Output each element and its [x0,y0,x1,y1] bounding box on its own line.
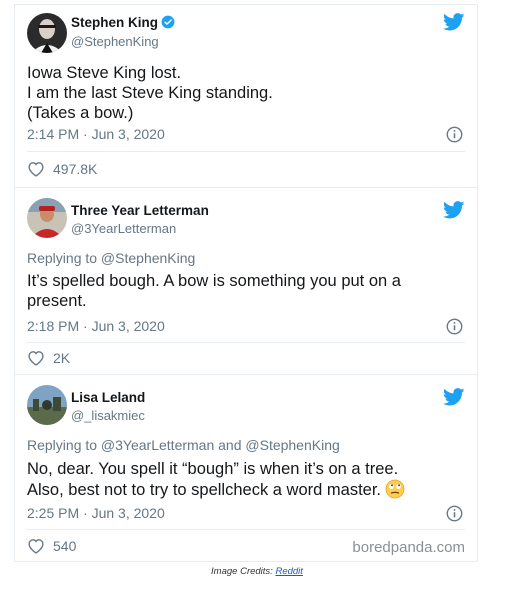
tweet-stephen-king[interactable]: Stephen King @StephenKing Iowa Steve Kin… [15,5,477,188]
like-count-value: 540 [53,538,77,554]
twitter-bird-icon[interactable] [443,13,465,31]
tweet-thread: Stephen King @StephenKing Iowa Steve Kin… [14,4,478,562]
like-count[interactable]: 497.8K [27,161,97,177]
user-handle[interactable]: @_lisakmiec [71,408,145,423]
divider [27,342,465,343]
display-name[interactable]: Stephen King [71,15,175,30]
heart-icon[interactable] [27,538,45,554]
tweet-three-year-letterman[interactable]: Three Year Letterman @3YearLetterman Rep… [15,188,477,375]
twitter-bird-icon[interactable] [443,201,465,219]
like-count-value: 2K [53,350,71,366]
heart-icon[interactable] [27,161,45,177]
tweet-text-line-with-emoji: Also, best not to try to spellcheck a wo… [27,479,467,500]
info-icon[interactable] [446,505,463,522]
display-name[interactable]: Lisa Leland [71,390,145,405]
tweet-lisa-leland[interactable]: Lisa Leland @_lisakmiec Replying to @3Ye… [15,375,477,563]
avatar[interactable] [27,13,67,53]
heart-icon[interactable] [27,350,45,366]
tweet-text: It’s spelled bough. A bow is something y… [27,271,467,311]
like-count[interactable]: 2K [27,350,70,366]
divider [27,151,465,152]
info-icon[interactable] [446,318,463,335]
timestamp[interactable]: 2:18 PM · Jun 3, 2020 [27,318,165,334]
avatar[interactable] [27,385,67,425]
replying-to[interactable]: Replying to @StephenKing [27,250,195,266]
watermark: boredpanda.com [352,539,465,556]
timestamp[interactable]: 2:14 PM · Jun 3, 2020 [27,126,165,142]
avatar[interactable] [27,198,67,238]
tweet-text: Iowa Steve King lost. I am the last Stev… [27,63,467,123]
image-credit-prefix: Image Credits: [211,566,276,577]
verified-badge-icon [161,15,175,29]
tweet-text: No, dear. You spell it “bough” is when i… [27,459,467,500]
like-count-value: 497.8K [53,161,98,177]
eye-roll-emoji [385,479,405,499]
image-credit-link[interactable]: Reddit [275,566,302,577]
info-icon[interactable] [446,126,463,143]
divider [27,529,465,530]
timestamp[interactable]: 2:25 PM · Jun 3, 2020 [27,505,165,521]
display-name[interactable]: Three Year Letterman [71,203,209,218]
replying-to[interactable]: Replying to @3YearLetterman and @Stephen… [27,437,340,453]
user-handle[interactable]: @3YearLetterman [71,221,176,236]
tweet-text-line: (Takes a bow.) [27,104,134,122]
tweet-text-line: I am the last Steve King standing. [27,84,273,102]
twitter-bird-icon[interactable] [443,388,465,406]
tweet-text-line: present. [27,292,87,310]
display-name-text[interactable]: Stephen King [71,15,158,30]
tweet-text-line: Also, best not to try to spellcheck a wo… [27,481,381,499]
like-count[interactable]: 540 [27,538,76,554]
tweet-text-line: Iowa Steve King lost. [27,64,182,82]
tweet-text-line: No, dear. You spell it “bough” is when i… [27,460,399,478]
image-credit: Image Credits: Reddit [0,566,514,577]
tweet-text-line: It’s spelled bough. A bow is something y… [27,272,401,290]
user-handle[interactable]: @StephenKing [71,34,159,49]
